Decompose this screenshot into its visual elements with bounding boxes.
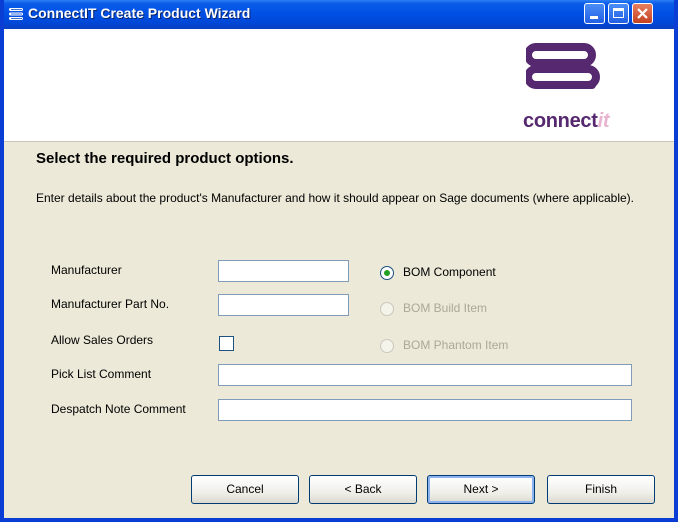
bom-component-label: BOM Component (403, 265, 496, 279)
despatch-note-comment-label: Despatch Note Comment (51, 402, 186, 416)
manufacturer-label: Manufacturer (51, 263, 122, 277)
radio-selected-dot (384, 270, 390, 276)
manufacturer-part-no-input[interactable] (218, 294, 349, 316)
maximize-button[interactable] (608, 3, 629, 24)
close-button[interactable] (632, 3, 653, 24)
pick-list-comment-input[interactable] (218, 364, 632, 386)
bom-phantom-item-radio (380, 339, 394, 353)
wizard-window: ConnectIT Create Product Wizard connecti… (0, 0, 678, 522)
window-title: ConnectIT Create Product Wizard (28, 5, 251, 21)
minimize-button[interactable] (584, 3, 605, 24)
connectit-app-icon (9, 8, 23, 20)
next-button[interactable]: Next > (427, 475, 535, 504)
title-bar[interactable]: ConnectIT Create Product Wizard (4, 0, 674, 29)
bom-build-item-label: BOM Build Item (403, 301, 488, 315)
finish-button[interactable]: Finish (547, 475, 655, 504)
bom-phantom-item-label: BOM Phantom Item (403, 338, 509, 352)
connectit-logo-icon (526, 43, 600, 89)
allow-sales-orders-checkbox[interactable] (219, 336, 234, 351)
close-icon (637, 8, 648, 19)
page-heading: Select the required product options. (36, 150, 294, 167)
allow-sales-orders-label: Allow Sales Orders (51, 333, 154, 347)
bom-build-item-radio (380, 302, 394, 316)
minimize-icon (590, 16, 598, 19)
bom-component-radio[interactable] (380, 266, 394, 280)
manufacturer-input[interactable] (218, 260, 349, 282)
wizard-header-banner: connectit (4, 29, 674, 142)
despatch-note-comment-input[interactable] (218, 399, 632, 421)
manufacturer-part-no-label: Manufacturer Part No. (51, 297, 170, 311)
cancel-button[interactable]: Cancel (191, 475, 299, 504)
pick-list-comment-label: Pick List Comment (51, 367, 152, 381)
connectit-logo-text: connectit (523, 110, 610, 132)
back-button[interactable]: < Back (309, 475, 417, 504)
page-description: Enter details about the product's Manufa… (36, 191, 634, 205)
maximize-icon (613, 8, 624, 18)
